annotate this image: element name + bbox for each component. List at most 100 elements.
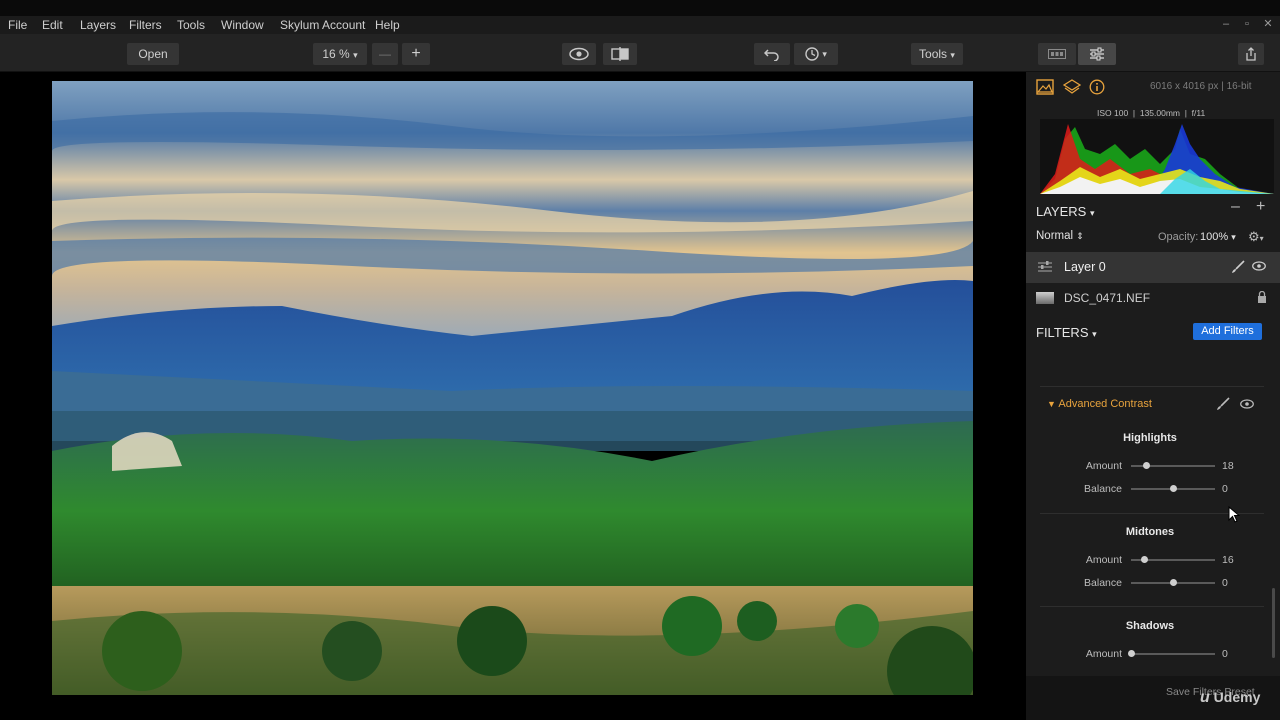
layer-settings-icon[interactable]: ⚙▾ (1248, 229, 1264, 245)
slider-value: 16 (1222, 554, 1234, 566)
info-icon (1089, 79, 1105, 95)
menu-filters[interactable]: Filters (129, 17, 162, 33)
chevron-updown-icon: ⇕ (1076, 231, 1084, 241)
info-tab-layers[interactable] (1062, 79, 1082, 95)
slider-label: Amount (1085, 460, 1122, 472)
chevron-down-icon: ▾ (353, 50, 358, 60)
group-title-shadows: Shadows (1125, 620, 1175, 632)
slider-value: 0 (1222, 577, 1228, 589)
close-button[interactable]: ✕ (1259, 16, 1277, 32)
chevron-down-icon: ▾ (1231, 232, 1236, 242)
cursor-icon (1228, 506, 1240, 523)
slider-knob[interactable] (1141, 556, 1148, 563)
menu-file[interactable]: File (8, 17, 27, 33)
menu-tools[interactable]: Tools (177, 17, 205, 33)
slider-label: Amount (1085, 554, 1122, 566)
eye-icon (569, 47, 589, 61)
slider-label: Balance (1084, 483, 1122, 495)
add-layer-button[interactable]: + (1256, 198, 1265, 216)
history-button[interactable]: ▾ (794, 43, 838, 65)
maximize-button[interactable]: ▫ (1238, 16, 1256, 32)
add-filters-button[interactable]: Add Filters (1193, 323, 1262, 340)
slider-knob[interactable] (1128, 650, 1135, 657)
menu-layers[interactable]: Layers (80, 17, 116, 33)
zoom-out-button[interactable]: — (372, 43, 398, 65)
panel-scrollbar[interactable] (1272, 588, 1275, 658)
slider-knob[interactable] (1170, 485, 1177, 492)
share-icon (1246, 47, 1256, 61)
compare-button[interactable] (603, 43, 637, 65)
group-title-highlights: Highlights (1123, 432, 1177, 444)
image-icon (1036, 79, 1054, 95)
menu-help[interactable]: Help (375, 17, 400, 33)
info-tab-details[interactable] (1089, 79, 1105, 95)
info-tab-image[interactable] (1036, 79, 1054, 95)
filter-divider (1040, 386, 1264, 387)
slider-value: 0 (1222, 648, 1228, 660)
minimize-button[interactable]: – (1217, 16, 1235, 32)
clock-icon (805, 47, 819, 61)
watermark-logo: u Udemy (1200, 689, 1261, 706)
filter-name: Advanced Contrast (1058, 398, 1152, 410)
menu-skylum-account[interactable]: Skylum Account (280, 17, 365, 33)
slider-value: 18 (1222, 460, 1234, 472)
zoom-dropdown[interactable]: 16 % ▾ (313, 43, 367, 65)
blend-mode-dropdown[interactable]: Normal ⇕ (1036, 230, 1084, 242)
undo-icon (763, 49, 779, 62)
opacity-dropdown[interactable]: 100% ▾ (1200, 231, 1236, 243)
slider-label: Amount (1085, 648, 1122, 660)
opacity-value: 100% (1200, 231, 1229, 243)
slider-knob[interactable] (1170, 579, 1177, 586)
histogram (1040, 119, 1274, 194)
zoom-value: 16 % (322, 47, 350, 61)
slider-knob[interactable] (1143, 462, 1150, 469)
share-button[interactable] (1238, 43, 1264, 65)
preview-button[interactable] (562, 43, 596, 65)
brush-icon[interactable] (1231, 260, 1245, 274)
adjustment-layer-icon (1038, 261, 1052, 272)
exif-info: ISO 100 | 135.00mm | f/11 (1097, 108, 1206, 118)
image-info: 6016 x 4016 px | 16-bit (1150, 81, 1252, 92)
filter-header-advanced-contrast[interactable]: ▼ Advanced Contrast (1047, 398, 1152, 410)
layer-row-layer-0[interactable]: Layer 0 (1026, 252, 1280, 283)
remove-layer-button[interactable]: – (1231, 198, 1240, 216)
bit-depth: 16-bit (1226, 81, 1252, 92)
brush-icon[interactable] (1216, 397, 1230, 411)
layers-title[interactable]: LAYERS ▾ (1036, 204, 1095, 219)
adjustments-button[interactable] (1078, 43, 1116, 65)
filmstrip-icon (1048, 49, 1066, 59)
group-divider (1040, 606, 1264, 607)
lock-icon (1258, 291, 1266, 303)
group-title-midtones: Midtones (1125, 526, 1175, 538)
chevron-down-icon: ▾ (822, 49, 827, 59)
menu-edit[interactable]: Edit (42, 17, 63, 33)
chevron-down-icon: ▾ (1089, 208, 1095, 218)
menu-window[interactable]: Window (221, 17, 264, 33)
filmstrip-button[interactable] (1038, 43, 1076, 65)
slider-label: Balance (1084, 577, 1122, 589)
open-button[interactable]: Open (127, 43, 179, 65)
layer-name: DSC_0471.NEF (1064, 291, 1151, 305)
chevron-down-icon: ▾ (950, 50, 955, 60)
layer-row-raw[interactable]: DSC_0471.NEF (1026, 283, 1280, 314)
photo-preview[interactable] (52, 81, 973, 695)
opacity-label: Opacity: (1158, 231, 1199, 243)
blend-mode-value: Normal (1036, 230, 1074, 242)
eye-icon[interactable] (1240, 399, 1254, 409)
layers-icon (1062, 79, 1082, 94)
title-strip (0, 0, 1280, 16)
sliders-icon (1090, 47, 1104, 61)
chevron-down-icon: ▾ (1092, 329, 1097, 339)
shadows-amount-slider[interactable] (1131, 653, 1215, 655)
filters-title[interactable]: FILTERS ▾ (1036, 325, 1097, 340)
layer-thumbnail (1036, 292, 1054, 304)
caret-down-icon: ▼ (1047, 399, 1056, 409)
undo-button[interactable] (754, 43, 790, 65)
tools-dropdown[interactable]: Tools ▾ (911, 43, 963, 65)
image-size: 6016 x 4016 px (1150, 81, 1219, 92)
zoom-in-button[interactable]: + (402, 43, 430, 65)
tools-label: Tools (919, 47, 948, 61)
eye-icon[interactable] (1252, 261, 1266, 271)
layers-title-text: LAYERS (1036, 204, 1087, 219)
watermark-text: Udemy (1213, 689, 1261, 705)
